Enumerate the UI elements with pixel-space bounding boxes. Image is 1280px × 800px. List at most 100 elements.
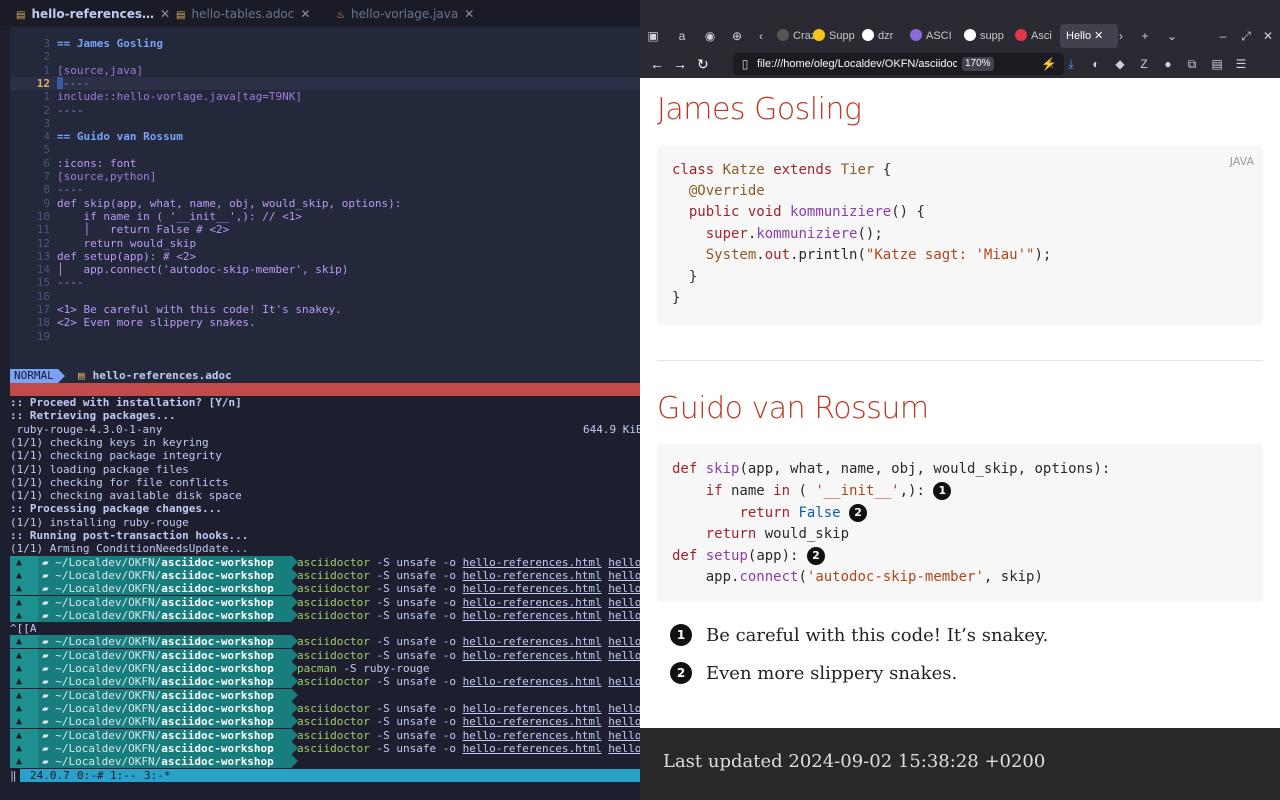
current-line-highlight [10, 76, 640, 90]
prompt-dir-text: asciidoc-workshop [161, 662, 274, 675]
download-icon[interactable]: ⤓ [1064, 57, 1078, 71]
close-icon[interactable]: ✕ [300, 7, 310, 21]
command-args: -S unsafe -o [369, 582, 463, 596]
tmux-window-3[interactable]: 3:-* [144, 769, 171, 782]
prompt-path: ▰ ~/Localdev/OKFN/asciidoc-workshop [38, 648, 292, 662]
account-icon[interactable]: ▤ [1210, 57, 1224, 71]
code-line[interactable]: def setup(app): # <2> [57, 250, 196, 263]
code-text: <1> Be careful with this code! It's snak… [57, 303, 342, 316]
shell-prompt: ▲ ▰ ~/Localdev/OKFN/asciidoc-workshop asci… [10, 648, 640, 662]
code-line[interactable]: include::hello-vorlage.java[tag=T9NK] [57, 90, 302, 103]
forward-icon[interactable]: → [673, 50, 687, 78]
terminal-output[interactable]: :: Proceed with installation? [Y/n]:: Re… [10, 396, 640, 769]
editor-tab-hello-references[interactable]: ▤ hello-references… ✕ [16, 0, 170, 26]
tabs-scroll-right-icon[interactable]: › [1114, 29, 1128, 43]
back-icon[interactable]: ← [650, 50, 664, 78]
browser-tab[interactable]: Supp [813, 22, 857, 50]
code-line[interactable]: :icons: font [57, 157, 136, 170]
callout-item: 2 Even more slippery snakes. [670, 662, 957, 684]
url-text[interactable]: file:///home/oleg/Localdev/OKFN/asciidoc [757, 53, 957, 75]
code-line[interactable]: ---- [57, 276, 84, 289]
minimize-icon[interactable]: – [1216, 29, 1230, 43]
browser-chrome: ▣ a ◉ ⊕ ‹ Craz Supp dzr ASCI supp Asci Hello … [640, 0, 1280, 78]
globe-icon[interactable]: ⊕ [730, 29, 744, 43]
code-line[interactable]: [source,python] [57, 170, 156, 183]
code-editor[interactable]: 3 == James Gosling 2 1 [source,java] 12 ---- 1 i… [10, 27, 640, 369]
extension-icon[interactable]: ◆ [1113, 57, 1127, 71]
command-file: hello-references.html [462, 741, 602, 755]
extension-icon[interactable]: Z [1137, 57, 1151, 71]
browser-tab[interactable]: ASCI [910, 22, 954, 50]
code-line[interactable]: def skip(app, what, name, obj, would_ski… [57, 197, 401, 210]
tmux-window-0[interactable]: 0:-# [77, 769, 104, 782]
code-line[interactable]: ---- [57, 76, 90, 90]
command-args: -S unsafe -o [369, 741, 463, 755]
amazon-icon[interactable]: a [675, 29, 689, 43]
code-line[interactable]: == Guido van Rossum [57, 130, 183, 143]
browser-tab[interactable]: dzr [862, 22, 906, 50]
extension-icon[interactable]: ◉ [703, 29, 717, 43]
line-number: 10 [36, 209, 50, 223]
arch-icon: ▲ [16, 716, 23, 728]
close-icon[interactable]: ✕ [464, 7, 474, 21]
prompt-path: ▰ ~/Localdev/OKFN/asciidoc-workshop [38, 608, 292, 622]
terminal-line: (1/1) checking keys in keyring [10, 435, 209, 449]
shell-prompt: ▲ ▰ ~/Localdev/OKFN/asciidoc-workshop asci… [10, 608, 640, 622]
shell-prompt: ▲ ▰ ~/Localdev/OKFN/asciidoc-workshop asci… [10, 741, 640, 755]
listing-language: JAVA [1229, 155, 1254, 168]
new-tab-icon[interactable]: + [1138, 29, 1152, 43]
prompt-path: ▰ ~/Localdev/OKFN/asciidoc-workshop [38, 741, 292, 755]
app-menu-icon[interactable]: ☰ [1234, 57, 1248, 71]
code-line[interactable]: │ return False # <2> [57, 223, 229, 236]
editor-tab-hello-tables[interactable]: ▤ hello-tables.adoc ✕ [176, 0, 310, 26]
command-name: asciidoctor [297, 701, 370, 715]
code-line[interactable]: [source,java] [57, 64, 143, 77]
tmux-window-1[interactable]: 1:-- [110, 769, 137, 782]
section-title-guido-van-rossum: Guido van Rossum [657, 391, 929, 426]
code-text: ---- [57, 183, 84, 197]
tab-list-icon[interactable]: ⌄ [1165, 29, 1179, 43]
restore-icon[interactable]: ⤢ [1239, 29, 1253, 43]
firefox-view-icon[interactable]: ▣ [646, 29, 660, 43]
prompt-path-text: ~/Localdev/OKFN/ [55, 728, 162, 742]
code-line[interactable]: ---- [57, 183, 84, 196]
code-line[interactable]: ---- [57, 104, 84, 117]
code-line[interactable]: == James Gosling [57, 37, 163, 50]
code-line[interactable]: <1> Be careful with this code! It's snak… [57, 303, 342, 316]
url-bar[interactable]: ▯ file:///home/oleg/Localdev/OKFN/asciid… [733, 53, 1064, 75]
code-line[interactable]: │ app.connect('autodoc-skip-member', ski… [57, 263, 348, 276]
terminal-line: :: Proceed with installation? [Y/n] [10, 396, 242, 409]
folder-icon: ▰ [42, 701, 56, 715]
command-file: hello [608, 741, 640, 755]
editor-tab-hello-vorlage[interactable]: ♨ hello-vorlage.java ✕ [336, 0, 474, 26]
close-icon[interactable]: ✕ [160, 7, 170, 21]
command-file: hello [608, 555, 640, 569]
reload-icon[interactable]: ↻ [697, 50, 709, 78]
prompt-command: asciidoctor -S unsafe -o hello-reference… [297, 675, 640, 688]
code-line[interactable]: <2> Even more slippery snakes. [57, 316, 256, 329]
line-number: 15 [36, 276, 50, 290]
browser-tab[interactable]: supp [964, 22, 1008, 50]
prompt-path-text: ~/Localdev/OKFN/ [55, 662, 162, 675]
browser-tab-active[interactable]: Hello ✕ [1060, 24, 1118, 48]
browser-tab[interactable]: Asci [1015, 22, 1059, 50]
prompt-command: asciidoctor -S unsafe -o hello-reference… [297, 742, 640, 755]
close-tab-icon[interactable]: ✕ [1094, 30, 1103, 42]
prompt-command: asciidoctor -S unsafe -o hello-reference… [297, 729, 640, 742]
code-line[interactable]: if name in ( '__init__',): // <1> [57, 210, 302, 223]
code-line: System.out.println("Katze sagt: 'Miau'")… [705, 247, 1052, 263]
code-line: @Override [688, 183, 765, 199]
extension-icon[interactable]: ⚡ [1041, 57, 1056, 71]
prompt-path: ▰ ~/Localdev/OKFN/asciidoc-workshop [38, 675, 292, 689]
extension-icon[interactable]: ◐ [1089, 57, 1103, 71]
close-window-icon[interactable]: ✕ [1261, 29, 1275, 43]
extension-icon[interactable]: ● [1161, 57, 1175, 71]
prompt-path-text: ~/Localdev/OKFN/ [55, 608, 162, 622]
os-logo-icon: ▲ [10, 582, 38, 596]
tabs-scroll-left-icon[interactable]: ‹ [754, 29, 768, 43]
code-line[interactable]: return would_skip [57, 237, 196, 250]
zoom-indicator[interactable]: 170% [962, 57, 994, 71]
extensions-icon[interactable]: ⧉ [1185, 57, 1199, 71]
terminal-editor-pane[interactable]: ▤ hello-references… ✕ ▤ hello-tables.adoc ✕ … [0, 0, 640, 800]
prompt-dir-text: asciidoc-workshop [161, 582, 274, 596]
